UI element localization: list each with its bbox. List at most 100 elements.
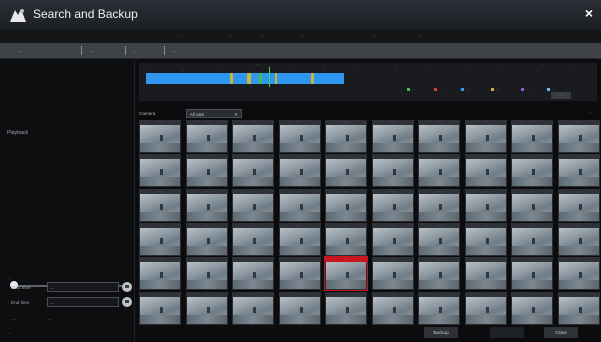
recording-thumbnail[interactable]: …: [511, 188, 553, 222]
recording-thumbnail[interactable]: …: [418, 188, 460, 222]
timeline-tick-label: …: [500, 68, 504, 72]
thumbnail-image: [279, 159, 320, 187]
subtab-4[interactable]: …: [172, 43, 177, 58]
thumbnail-grid: ……………………………………………………………………………………………………………: [139, 120, 600, 325]
recording-thumbnail[interactable]: …: [185, 120, 228, 153]
recording-thumbnail[interactable]: …: [511, 222, 553, 256]
secondary-button[interactable]: …: [490, 327, 524, 338]
recording-thumbnail[interactable]: …: [139, 188, 181, 222]
tab-other[interactable]: …: [418, 30, 423, 42]
recording-thumbnail[interactable]: …: [185, 257, 228, 291]
recording-thumbnail[interactable]: …: [325, 188, 367, 222]
tab-by-event[interactable]: …: [261, 30, 266, 42]
thumbnail-image: [465, 193, 506, 221]
camera-select[interactable]: All cam ▼: [186, 109, 242, 118]
recording-thumbnail[interactable]: …: [278, 222, 321, 256]
recording-thumbnail[interactable]: …: [325, 120, 367, 153]
recording-thumbnail[interactable]: …: [464, 291, 507, 325]
recording-thumbnail[interactable]: …: [139, 257, 181, 291]
recording-thumbnail[interactable]: …: [557, 154, 600, 188]
recording-thumbnail[interactable]: …: [139, 291, 181, 325]
close-icon[interactable]: ×: [585, 5, 593, 21]
tab-management[interactable]: …: [300, 30, 305, 42]
timeline-record-bar[interactable]: [146, 73, 344, 84]
recording-thumbnail[interactable]: …: [371, 257, 414, 291]
recording-thumbnail[interactable]: …: [232, 154, 274, 188]
recording-thumbnail[interactable]: …: [325, 154, 367, 188]
recording-thumbnail[interactable]: …: [232, 291, 274, 325]
recording-thumbnail[interactable]: …: [232, 188, 274, 222]
recording-thumbnail[interactable]: …: [278, 188, 321, 222]
recording-thumbnail[interactable]: …: [464, 188, 507, 222]
subtab-3[interactable]: …: [133, 43, 138, 58]
recording-thumbnail[interactable]: …: [325, 222, 367, 256]
recording-thumbnail[interactable]: …: [464, 154, 507, 188]
recording-thumbnail[interactable]: …: [232, 120, 274, 153]
recording-thumbnail[interactable]: …: [371, 222, 414, 256]
recording-thumbnail[interactable]: …: [185, 222, 228, 256]
tab-snapshot[interactable]: …: [372, 30, 377, 42]
recording-thumbnail[interactable]: …: [185, 188, 228, 222]
recording-thumbnail[interactable]: …: [418, 222, 460, 256]
recording-thumbnail[interactable]: …: [418, 291, 460, 325]
recording-thumbnail[interactable]: …: [464, 257, 507, 291]
backup-info-label: …: [7, 275, 12, 280]
recording-thumbnail[interactable]: …: [557, 222, 600, 256]
recording-thumbnail[interactable]: …: [418, 154, 460, 188]
tab-search[interactable]: …: [177, 30, 182, 42]
calendar-icon[interactable]: [122, 297, 132, 307]
thumbnail-image: [465, 296, 506, 324]
recording-thumbnail[interactable]: …: [278, 291, 321, 325]
thumbnail-image: [558, 227, 599, 255]
subtab-2[interactable]: …: [89, 43, 94, 58]
tab-by-time[interactable]: …: [229, 30, 234, 42]
thumbnail-image: [279, 125, 320, 152]
camera-label: Camera: [139, 111, 156, 116]
thumbnail-image: [558, 159, 599, 187]
calendar-icon[interactable]: [122, 282, 132, 292]
legend-label: …: [412, 87, 416, 91]
recording-thumbnail[interactable]: …: [139, 154, 181, 188]
recording-thumbnail[interactable]: …: [139, 120, 181, 153]
recording-thumbnail[interactable]: …: [418, 257, 460, 291]
thumbnail-image: [372, 296, 413, 324]
recording-thumbnail[interactable]: …: [511, 120, 553, 153]
recording-thumbnail[interactable]: …: [557, 188, 600, 222]
recording-thumbnail[interactable]: …: [511, 257, 553, 291]
timeline-cursor[interactable]: [269, 67, 270, 87]
recording-thumbnail[interactable]: …: [324, 256, 368, 292]
recording-thumbnail[interactable]: …: [232, 222, 274, 256]
recording-thumbnail[interactable]: …: [278, 257, 321, 291]
legend-swatch: [491, 87, 494, 91]
thumbnail-image: [140, 125, 180, 152]
recording-thumbnail[interactable]: …: [557, 120, 600, 153]
recording-thumbnail[interactable]: …: [371, 120, 414, 153]
subtab-1[interactable]: …: [17, 43, 22, 58]
recording-thumbnail[interactable]: …: [371, 154, 414, 188]
end-time-field[interactable]: …: [47, 297, 119, 307]
recording-thumbnail[interactable]: …: [278, 120, 321, 153]
cancel-button[interactable]: …: [551, 92, 571, 99]
thumbnail-image: [233, 262, 273, 290]
backup-button[interactable]: Backup: [424, 327, 458, 338]
start-time-field[interactable]: …: [47, 282, 119, 292]
recording-thumbnail[interactable]: …: [278, 154, 321, 188]
recording-thumbnail[interactable]: …: [232, 257, 274, 291]
recording-thumbnail[interactable]: …: [325, 291, 367, 325]
close-button[interactable]: Close: [544, 327, 578, 338]
recording-thumbnail[interactable]: …: [511, 291, 553, 325]
recording-thumbnail[interactable]: …: [418, 120, 460, 153]
thumbnail-image: [140, 296, 180, 324]
recording-thumbnail[interactable]: …: [185, 291, 228, 325]
recording-thumbnail[interactable]: …: [371, 291, 414, 325]
recording-thumbnail[interactable]: …: [557, 257, 600, 291]
recording-thumbnail[interactable]: …: [371, 188, 414, 222]
recording-thumbnail[interactable]: …: [557, 291, 600, 325]
timeline-tick-label: …: [358, 68, 362, 72]
recording-thumbnail[interactable]: …: [464, 120, 507, 153]
thumbnail-image: [233, 159, 273, 187]
recording-thumbnail[interactable]: …: [464, 222, 507, 256]
recording-thumbnail[interactable]: …: [139, 222, 181, 256]
recording-thumbnail[interactable]: …: [511, 154, 553, 188]
recording-thumbnail[interactable]: …: [185, 154, 228, 188]
